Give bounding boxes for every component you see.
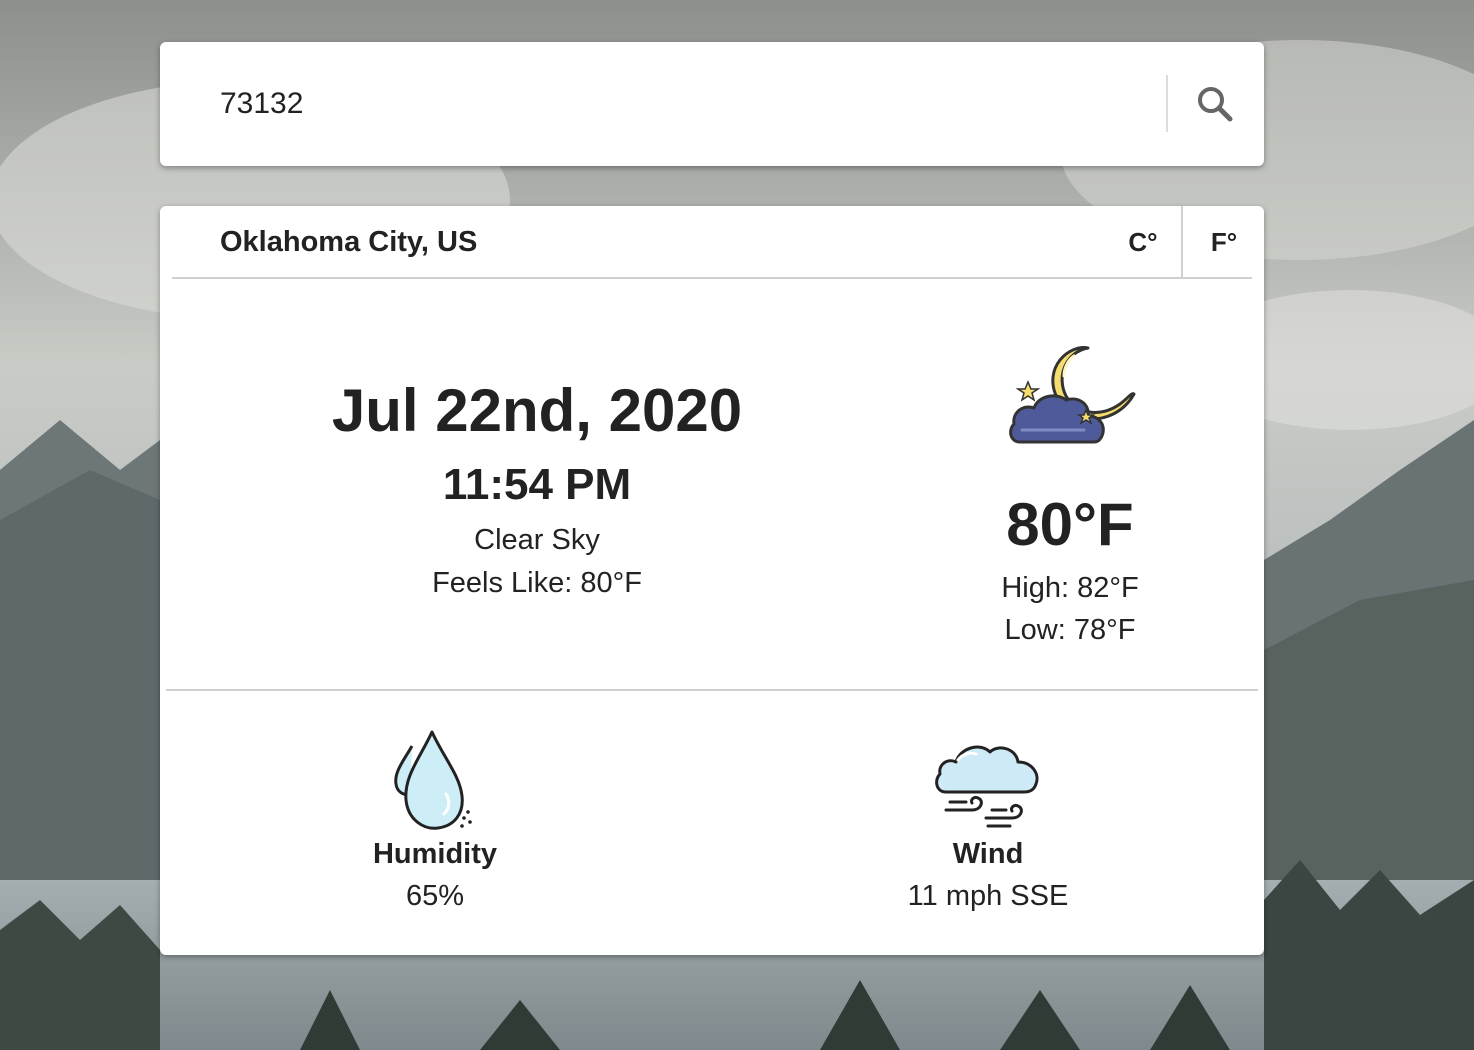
wind-cloud-icon (935, 745, 1039, 828)
unit-divider (1181, 206, 1183, 278)
current-date: Jul 22nd, 2020 (331, 377, 743, 444)
wind-label: Wind (952, 838, 1024, 870)
search-icon (1198, 87, 1233, 122)
fahrenheit-toggle[interactable]: F° (1184, 206, 1264, 278)
weather-condition: Clear Sky (474, 524, 600, 556)
current-temperature: 80°F (1006, 491, 1134, 558)
search-divider (1166, 75, 1168, 132)
current-time: 11:54 PM (442, 460, 632, 509)
humidity-value: 65% (405, 880, 465, 912)
wind-value: 11 mph SSE (907, 880, 1069, 912)
high-temperature: High: 82°F (1001, 572, 1139, 604)
zip-search-input[interactable] (220, 78, 1120, 130)
humidity-drops-icon (394, 730, 472, 830)
weather-card: Oklahoma City, US C° F° Jul 22nd, 2020 1… (160, 206, 1264, 955)
humidity-label: Humidity (372, 838, 498, 870)
header-divider (172, 277, 1252, 279)
details-divider (166, 689, 1258, 691)
feels-like: Feels Like: 80°F (432, 567, 642, 599)
night-cloud-moon-icon (1009, 346, 1136, 444)
celsius-toggle[interactable]: C° (1105, 206, 1181, 278)
search-bar (160, 42, 1264, 166)
low-temperature: Low: 78°F (1004, 614, 1136, 646)
search-button[interactable] (1172, 72, 1258, 136)
location-title: Oklahoma City, US (220, 226, 478, 258)
